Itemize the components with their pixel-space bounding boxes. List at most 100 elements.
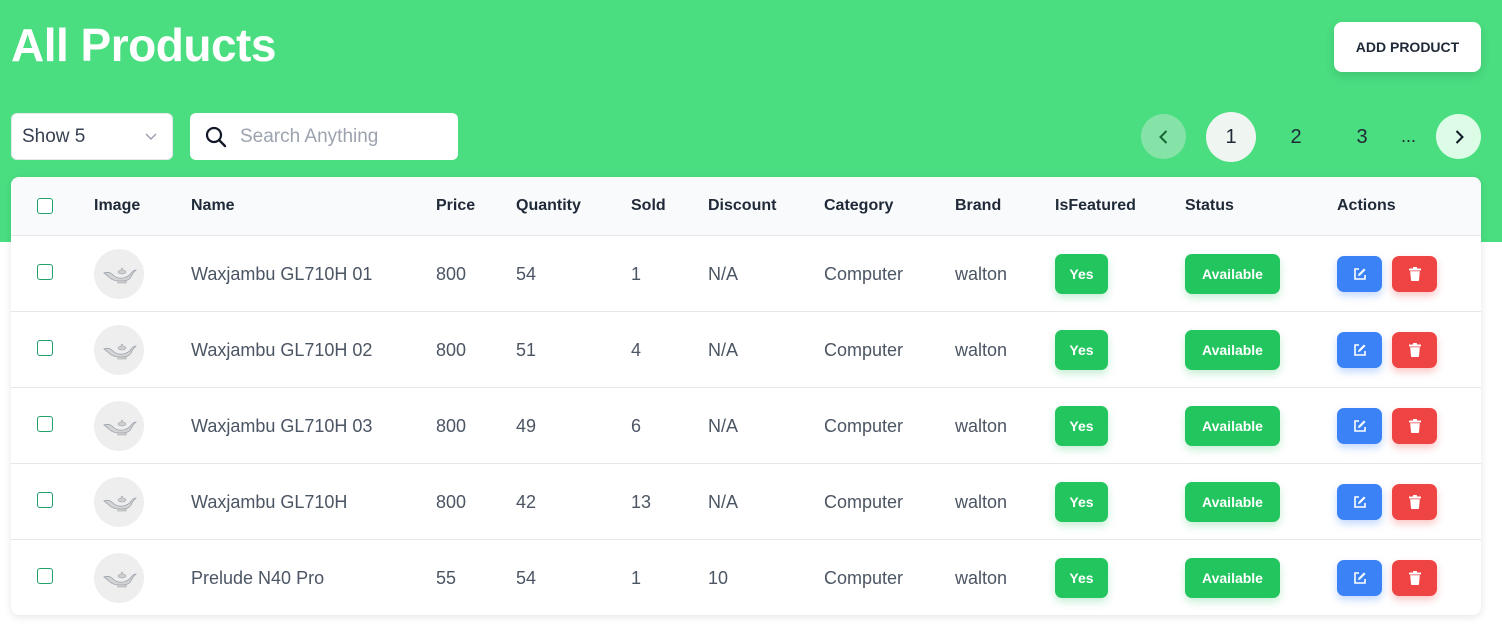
product-category: Computer [824,340,904,360]
product-image [94,249,144,299]
product-quantity: 51 [516,340,537,360]
product-name: Waxjambu GL710H 03 [191,416,373,436]
trash-icon [1408,495,1421,509]
product-price: 800 [436,416,467,436]
edit-button[interactable] [1337,256,1382,292]
product-name: Prelude N40 Pro [191,568,325,588]
delete-button[interactable] [1392,332,1437,368]
edit-button[interactable] [1337,408,1382,444]
search-box [190,113,458,160]
product-image [94,401,144,451]
row-checkbox[interactable] [37,568,53,584]
table-header: Image Name Price Quantity Sold Discount … [11,177,1481,236]
select-all-checkbox[interactable] [37,198,53,214]
product-price: 800 [436,340,467,360]
genie-lamp-icon [103,343,137,360]
product-sold: 13 [631,492,652,512]
genie-lamp-icon [103,495,137,512]
show-entries-select[interactable]: Show 5 [11,113,173,160]
status-badge: Available [1185,330,1280,370]
row-checkbox[interactable] [37,264,53,280]
search-icon [205,126,227,147]
product-discount: N/A [708,416,739,436]
delete-button[interactable] [1392,408,1437,444]
product-category: Computer [824,492,904,512]
table-row: Waxjambu GL710H 02 800 51 4 N/A Computer… [11,312,1481,388]
product-discount: N/A [708,492,739,512]
genie-lamp-icon [103,571,137,588]
product-brand: walton [955,568,1008,588]
delete-button[interactable] [1392,484,1437,520]
product-image [94,325,144,375]
product-discount: N/A [708,264,739,284]
edit-button[interactable] [1337,560,1382,596]
column-header-brand: Brand [955,197,1002,214]
table-row: Prelude N40 Pro 55 54 1 10 Computer walt… [11,540,1481,615]
column-header-actions: Actions [1337,197,1396,214]
trash-icon [1408,419,1421,433]
status-badge: Available [1185,482,1280,522]
delete-button[interactable] [1392,560,1437,596]
edit-icon [1353,344,1366,356]
featured-badge: Yes [1055,482,1108,522]
product-sold: 1 [631,568,642,588]
product-category: Computer [824,264,904,284]
row-checkbox[interactable] [37,340,53,356]
search-input[interactable] [240,125,440,148]
chevron-left-icon [1158,129,1167,144]
table-row: Waxjambu GL710H 800 42 13 N/A Computer w… [11,464,1481,540]
trash-icon [1408,571,1421,585]
product-name: Waxjambu GL710H [191,492,348,512]
product-brand: walton [955,492,1008,512]
product-discount: N/A [708,340,739,360]
product-image [94,553,144,603]
featured-badge: Yes [1055,558,1108,598]
featured-badge: Yes [1055,330,1108,370]
column-header-name: Name [191,197,235,214]
product-sold: 1 [631,264,642,284]
product-price: 800 [436,264,467,284]
genie-lamp-icon [103,267,137,284]
product-category: Computer [824,416,904,436]
product-price: 800 [436,492,467,512]
add-product-button[interactable]: ADD PRODUCT [1334,22,1481,72]
trash-icon [1408,343,1421,357]
product-brand: walton [955,416,1008,436]
status-badge: Available [1185,558,1280,598]
featured-badge: Yes [1055,406,1108,446]
pagination-prev-button[interactable] [1141,114,1186,159]
product-sold: 6 [631,416,642,436]
product-brand: walton [955,264,1008,284]
pagination-page-3[interactable]: 3 [1337,112,1387,162]
product-image [94,477,144,527]
product-quantity: 54 [516,264,537,284]
featured-badge: Yes [1055,254,1108,294]
table-row: Waxjambu GL710H 01 800 54 1 N/A Computer… [11,236,1481,312]
column-header-isfeatured: IsFeatured [1055,197,1136,214]
product-discount: 10 [708,568,729,588]
pagination-ellipsis: ... [1401,126,1417,146]
row-checkbox[interactable] [37,492,53,508]
trash-icon [1408,267,1421,281]
product-sold: 4 [631,340,642,360]
pagination-next-button[interactable] [1436,114,1481,159]
product-price: 55 [436,568,457,588]
edit-button[interactable] [1337,484,1382,520]
product-name: Waxjambu GL710H 02 [191,340,373,360]
column-header-discount: Discount [708,197,777,214]
product-category: Computer [824,568,904,588]
edit-icon [1353,420,1366,432]
pagination-page-2[interactable]: 2 [1271,112,1321,162]
delete-button[interactable] [1392,256,1437,292]
pagination-page-1[interactable]: 1 [1206,112,1256,162]
product-brand: walton [955,340,1008,360]
product-quantity: 42 [516,492,537,512]
show-entries-value: Show 5 [22,125,86,147]
edit-button[interactable] [1337,332,1382,368]
row-checkbox[interactable] [37,416,53,432]
chevron-down-icon [145,133,157,141]
chevron-right-icon [1455,129,1464,144]
product-quantity: 54 [516,568,537,588]
products-table: Image Name Price Quantity Sold Discount … [11,177,1481,615]
edit-icon [1353,572,1366,584]
